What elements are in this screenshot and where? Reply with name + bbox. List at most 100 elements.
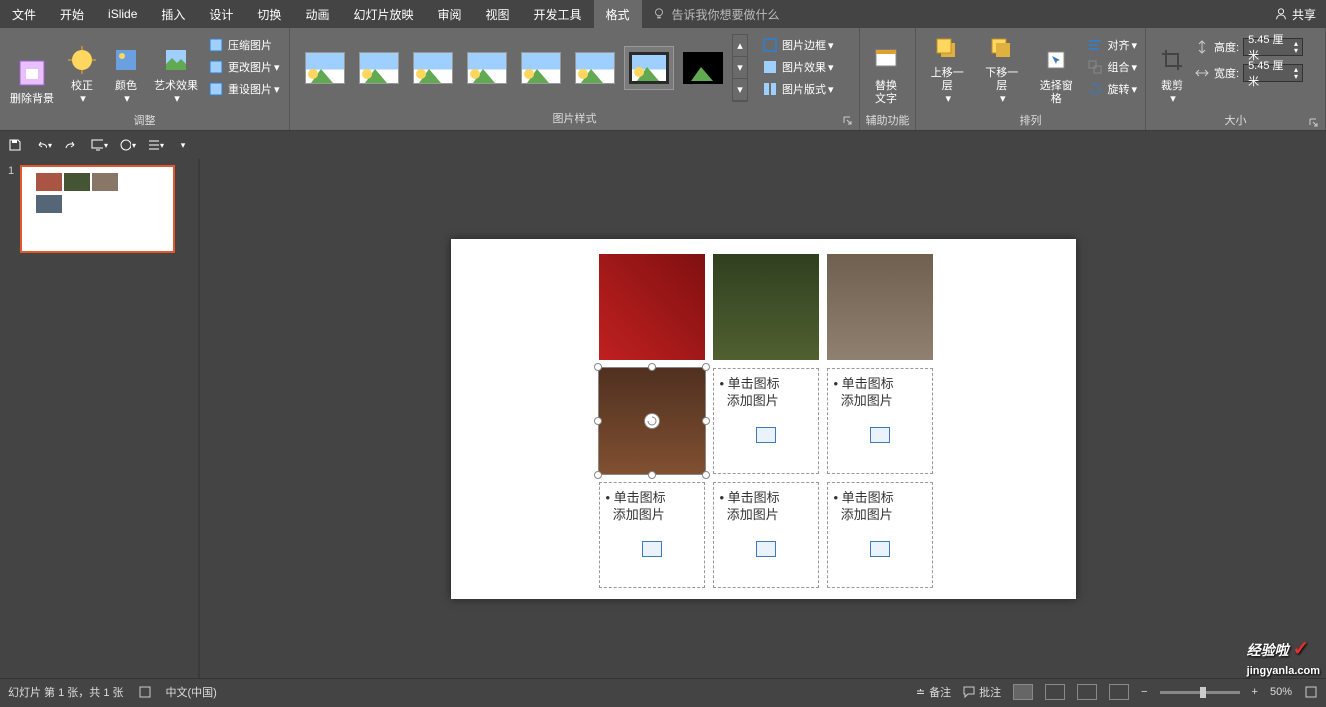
language-status[interactable]: 中文(中国) xyxy=(166,684,217,700)
send-backward-button[interactable]: 下移一层▾ xyxy=(974,30,1028,110)
alt-text-button[interactable]: 替换 文字 xyxy=(864,30,908,110)
align-button[interactable]: 对齐▾ xyxy=(1083,34,1141,56)
tab-home[interactable]: 开始 xyxy=(48,0,96,28)
insert-picture-icon[interactable] xyxy=(756,427,776,443)
style-thumb-8[interactable] xyxy=(678,46,728,90)
resize-handle[interactable] xyxy=(702,363,710,371)
slide-canvas[interactable]: • 单击图标 添加图片 • 单击图标 添加图片 • 单击图标 添加图片 • 单击… xyxy=(451,239,1076,599)
style-thumb-6[interactable] xyxy=(570,46,620,90)
artistic-effects-button[interactable]: 艺术效果▾ xyxy=(148,30,204,110)
tab-transition[interactable]: 切换 xyxy=(245,0,293,28)
tab-design[interactable]: 设计 xyxy=(197,0,245,28)
qat-button-6[interactable]: ▾ xyxy=(146,136,164,154)
grid-image-3[interactable] xyxy=(827,254,933,360)
insert-picture-icon[interactable] xyxy=(870,541,890,557)
slideshow-view-button[interactable] xyxy=(1109,684,1129,700)
notes-button[interactable]: ≐ 备注 xyxy=(916,684,951,700)
height-input[interactable]: 5.45 厘米▴▾ xyxy=(1243,38,1303,56)
slide-editor[interactable]: • 单击图标 添加图片 • 单击图标 添加图片 • 单击图标 添加图片 • 单击… xyxy=(200,159,1326,678)
picture-placeholder[interactable]: • 单击图标 添加图片 xyxy=(713,368,819,474)
undo-button[interactable]: ▾ xyxy=(34,136,52,154)
rotate-handle[interactable] xyxy=(644,413,660,429)
redo-button[interactable] xyxy=(62,136,80,154)
style-thumb-2[interactable] xyxy=(354,46,404,90)
comments-button[interactable]: 批注 xyxy=(963,684,1001,700)
resize-handle[interactable] xyxy=(594,417,602,425)
save-icon xyxy=(7,137,23,153)
grid-image-2[interactable] xyxy=(713,254,819,360)
gallery-more[interactable]: ▴ ▾ ▾ xyxy=(732,34,748,102)
picture-placeholder[interactable]: • 单击图标 添加图片 xyxy=(713,482,819,588)
grid-image-4-selected[interactable] xyxy=(599,368,705,474)
tab-format[interactable]: 格式 xyxy=(594,0,642,28)
tab-file[interactable]: 文件 xyxy=(0,0,48,28)
fit-to-window-button[interactable] xyxy=(1304,685,1318,699)
dialog-launcher-icon[interactable] xyxy=(843,116,853,126)
corrections-button[interactable]: 校正▾ xyxy=(60,30,104,110)
tab-insert[interactable]: 插入 xyxy=(149,0,197,28)
grid-image-1[interactable] xyxy=(599,254,705,360)
resize-handle[interactable] xyxy=(702,417,710,425)
tell-me-search[interactable]: 告诉我你想要做什么 xyxy=(652,6,780,23)
style-thumb-4[interactable] xyxy=(462,46,512,90)
tab-slideshow[interactable]: 幻灯片放映 xyxy=(341,0,425,28)
style-thumb-7[interactable] xyxy=(624,46,674,90)
crop-button[interactable]: 裁剪▾ xyxy=(1150,30,1194,110)
change-picture-button[interactable]: 更改图片▾ xyxy=(204,56,284,78)
start-from-beginning-button[interactable]: ▾ xyxy=(90,136,108,154)
gallery-up-icon[interactable]: ▴ xyxy=(733,35,747,57)
bring-forward-button[interactable]: 上移一层▾ xyxy=(920,30,974,110)
style-thumb-3[interactable] xyxy=(408,46,458,90)
remove-background-button[interactable]: 删除背景 xyxy=(4,30,60,110)
selection-pane-button[interactable]: 选择窗格 xyxy=(1029,30,1083,110)
resize-handle[interactable] xyxy=(648,471,656,479)
slide-thumbnail-panel[interactable]: 1 xyxy=(0,159,200,678)
dialog-launcher-icon[interactable] xyxy=(1309,118,1319,128)
reset-picture-button[interactable]: 重设图片▾ xyxy=(204,78,284,100)
picture-styles-gallery[interactable]: ▴ ▾ ▾ xyxy=(294,30,752,106)
picture-placeholder[interactable]: • 单击图标 添加图片 xyxy=(827,368,933,474)
insert-picture-icon[interactable] xyxy=(642,541,662,557)
normal-view-button[interactable] xyxy=(1013,684,1033,700)
color-button[interactable]: 颜色▾ xyxy=(104,30,148,110)
picture-placeholder[interactable]: • 单击图标 添加图片 xyxy=(599,482,705,588)
compress-pictures-button[interactable]: 压缩图片 xyxy=(204,34,284,56)
layout-icon xyxy=(762,81,778,97)
picture-border-button[interactable]: 图片边框▾ xyxy=(758,34,838,56)
width-input[interactable]: 5.45 厘米▴▾ xyxy=(1243,64,1303,82)
style-thumb-1[interactable] xyxy=(300,46,350,90)
insert-picture-icon[interactable] xyxy=(756,541,776,557)
picture-layout-button[interactable]: 图片版式▾ xyxy=(758,78,838,100)
gallery-expand-icon[interactable]: ▾ xyxy=(733,79,747,101)
insert-picture-icon[interactable] xyxy=(870,427,890,443)
qat-customize[interactable]: ▾ xyxy=(174,136,192,154)
effects-icon xyxy=(762,59,778,75)
selection-icon xyxy=(1040,44,1072,76)
style-thumb-5[interactable] xyxy=(516,46,566,90)
resize-handle[interactable] xyxy=(648,363,656,371)
share-button[interactable]: 共享 xyxy=(1274,0,1316,28)
tab-dev[interactable]: 开发工具 xyxy=(522,0,594,28)
resize-handle[interactable] xyxy=(594,363,602,371)
tab-review[interactable]: 审阅 xyxy=(425,0,473,28)
resize-handle[interactable] xyxy=(702,471,710,479)
resize-handle[interactable] xyxy=(594,471,602,479)
tab-animation[interactable]: 动画 xyxy=(293,0,341,28)
picture-effects-button[interactable]: 图片效果▾ xyxy=(758,56,838,78)
zoom-level[interactable]: 50% xyxy=(1270,686,1292,698)
zoom-slider[interactable] xyxy=(1160,691,1240,694)
tab-view[interactable]: 视图 xyxy=(473,0,521,28)
save-button[interactable] xyxy=(6,136,24,154)
slide-thumbnail-1[interactable] xyxy=(20,165,175,253)
zoom-in-button[interactable]: + xyxy=(1252,686,1258,698)
sorter-view-button[interactable] xyxy=(1045,684,1065,700)
spellcheck-button[interactable] xyxy=(138,685,152,699)
gallery-down-icon[interactable]: ▾ xyxy=(733,57,747,79)
qat-button-5[interactable]: ▾ xyxy=(118,136,136,154)
rotate-button[interactable]: 旋转▾ xyxy=(1083,78,1141,100)
reading-view-button[interactable] xyxy=(1077,684,1097,700)
picture-placeholder[interactable]: • 单击图标 添加图片 xyxy=(827,482,933,588)
tab-islide[interactable]: iSlide xyxy=(96,0,149,28)
zoom-out-button[interactable]: − xyxy=(1141,686,1147,698)
group-button[interactable]: 组合▾ xyxy=(1083,56,1141,78)
